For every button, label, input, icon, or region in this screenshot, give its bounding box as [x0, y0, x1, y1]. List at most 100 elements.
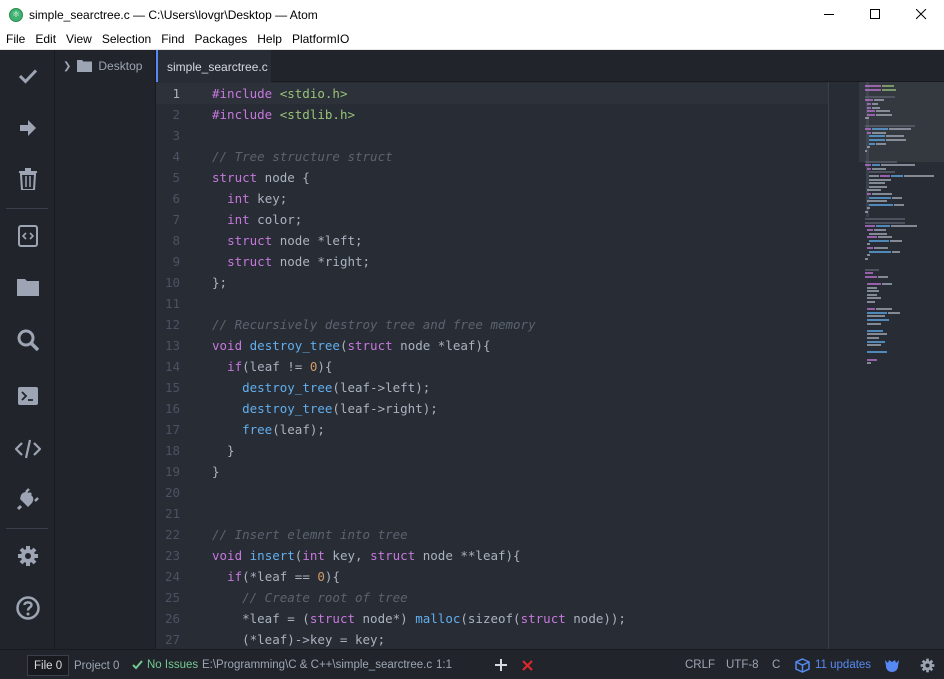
menu-file[interactable]: File	[2, 32, 29, 46]
code-line[interactable]: // Create root of tree	[212, 587, 408, 608]
code-line[interactable]: #include <stdlib.h>	[212, 104, 355, 125]
code-line[interactable]: destroy_tree(leaf->left);	[212, 377, 430, 398]
tab-simple-searctree[interactable]: simple_searctree.c	[156, 50, 271, 83]
code-line[interactable]: if(*leaf == 0){	[212, 566, 340, 587]
code-line[interactable]: struct node {	[212, 167, 310, 188]
grammar-label: C	[772, 659, 781, 671]
help-button[interactable]	[0, 588, 55, 628]
settings-button[interactable]	[0, 536, 55, 576]
package-updates[interactable]: 11 updates	[795, 650, 871, 679]
minimap-line	[865, 85, 881, 87]
new-project-button[interactable]	[0, 216, 55, 256]
encoding-selector[interactable]: UTF-8	[726, 650, 759, 679]
code-token: <stdlib.h>	[279, 107, 355, 122]
minimap-line	[869, 142, 875, 145]
minimap-line	[882, 283, 892, 285]
status-settings-button[interactable]	[920, 650, 935, 679]
serial-monitor-button[interactable]	[0, 429, 55, 469]
menu-view[interactable]: View	[62, 32, 96, 46]
code-line[interactable]: *leaf = (struct node*) malloc(sizeof(str…	[212, 608, 626, 629]
minimap-line	[867, 113, 875, 116]
minimap-line	[865, 117, 869, 120]
github-button[interactable]	[884, 650, 900, 679]
code-line[interactable]: };	[212, 272, 227, 293]
minimap-visible-area[interactable]	[859, 82, 944, 162]
code-line[interactable]: // Tree structure struct	[212, 146, 393, 167]
tree-root-folder[interactable]: ❯ Desktop	[63, 59, 142, 73]
build-check-icon	[18, 69, 37, 84]
minimap-line	[876, 142, 886, 145]
toolbar-separator	[6, 208, 48, 209]
file-path[interactable]: E:\Programming\C & C++\simple_searctree.…	[202, 650, 432, 679]
code-token: void	[212, 338, 243, 353]
line-number: 10	[164, 275, 180, 290]
line-number: 7	[172, 212, 180, 227]
cursor-position[interactable]: 1:1	[436, 650, 452, 679]
code-line[interactable]: int key;	[212, 188, 287, 209]
close-icon	[915, 9, 926, 20]
minimap-line	[894, 203, 904, 206]
line-ending-selector[interactable]: CRLF	[685, 650, 715, 679]
add-button[interactable]	[495, 650, 507, 679]
code-line[interactable]: int color;	[212, 209, 302, 230]
grammar-selector[interactable]: C	[772, 650, 780, 679]
code-line[interactable]: if(leaf != 0){	[212, 356, 332, 377]
line-number: 1	[172, 86, 180, 101]
code-line[interactable]: void insert(int key, struct node **leaf)…	[212, 545, 521, 566]
code-line[interactable]: void destroy_tree(struct node *leaf){	[212, 335, 490, 356]
line-number: 8	[172, 233, 180, 248]
minimap-line	[878, 275, 888, 278]
window-title: simple_searctree.c — C:\Users\lovgr\Desk…	[29, 7, 318, 22]
code-line[interactable]: (*leaf)->key = key;	[212, 629, 385, 649]
clean-button[interactable]	[0, 159, 55, 199]
maximize-button[interactable]	[852, 0, 898, 29]
code-line[interactable]: destroy_tree(leaf->right);	[212, 398, 438, 419]
help-icon	[15, 596, 40, 620]
code-tags-icon	[14, 439, 41, 459]
text-editor[interactable]: 1 2 3 4 5 6 7 8 9 10 11 12 13 14 15 16 17 18 19 20 21 22 23 24 2…	[156, 82, 944, 649]
code-line[interactable]: }	[212, 440, 235, 461]
menu-selection[interactable]: Selection	[98, 32, 155, 46]
code-line[interactable]: // Recursively destroy tree and free mem…	[212, 314, 536, 335]
menu-packages[interactable]: Packages	[191, 32, 252, 46]
terminal-button[interactable]	[0, 376, 55, 416]
search-button[interactable]	[0, 320, 55, 360]
menu-edit[interactable]: Edit	[31, 32, 60, 46]
project-issues-tab[interactable]: Project 0	[68, 655, 125, 676]
code-token: key;	[249, 191, 288, 206]
gear-icon	[920, 658, 935, 672]
minimap-line	[869, 203, 893, 206]
platformio-home-button[interactable]	[0, 479, 55, 519]
minimap-line	[867, 247, 873, 249]
build-button[interactable]	[0, 56, 55, 96]
code-line[interactable]: // Insert elemnt into tree	[212, 524, 408, 545]
linter-status[interactable]: No Issues	[132, 650, 198, 679]
code-line[interactable]: #include <stdio.h>	[212, 83, 347, 104]
minimap-line	[867, 286, 877, 289]
menu-help[interactable]: Help	[253, 32, 286, 46]
code-line[interactable]: struct node *left;	[212, 230, 362, 251]
line-number: 2	[172, 107, 180, 122]
code-line[interactable]: struct node *right;	[212, 251, 370, 272]
minimize-button[interactable]	[806, 0, 852, 29]
minimap-line	[867, 236, 877, 239]
menu-platformio[interactable]: PlatformIO	[288, 32, 353, 46]
minimap-line	[865, 257, 868, 260]
code-token: struct	[227, 233, 273, 248]
line-number: 22	[164, 527, 180, 542]
menu-find[interactable]: Find	[157, 32, 188, 46]
minimap-line	[865, 211, 868, 213]
code-token: (leaf);	[272, 422, 325, 437]
open-project-button[interactable]	[0, 267, 55, 307]
close-terminal-button[interactable]	[522, 650, 533, 679]
minimap[interactable]	[859, 82, 944, 649]
close-button[interactable]	[898, 0, 944, 29]
minimap-line	[867, 322, 881, 325]
file-issues-tab[interactable]: File 0	[27, 655, 70, 676]
minimap-line	[867, 243, 870, 246]
code-line[interactable]: }	[212, 461, 220, 482]
code-line[interactable]: free(leaf);	[212, 419, 325, 440]
file-path-label: E:\Programming\C & C++\simple_searctree.…	[202, 659, 433, 671]
upload-button[interactable]	[0, 108, 55, 148]
minimap-line	[886, 139, 906, 141]
